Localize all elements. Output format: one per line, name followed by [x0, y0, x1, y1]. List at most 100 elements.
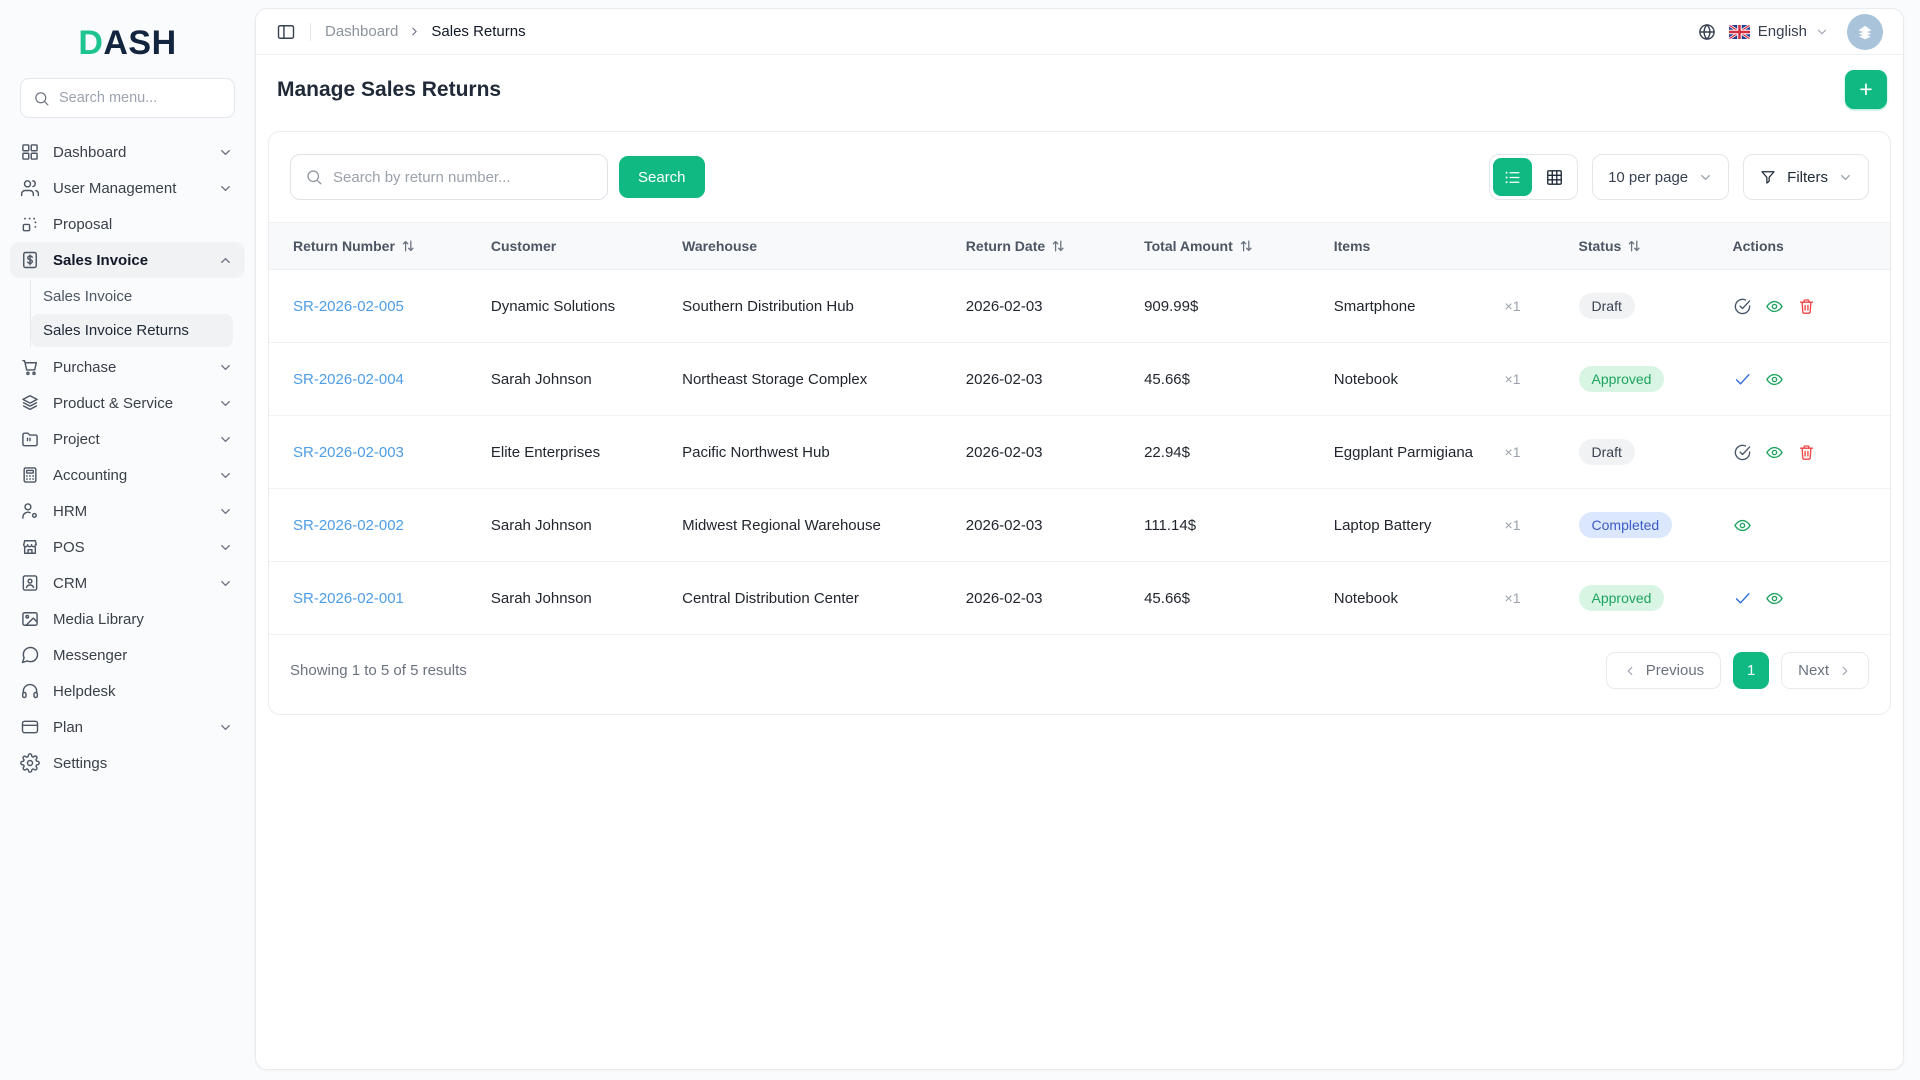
list-icon [1503, 168, 1522, 187]
delete-button[interactable] [1797, 443, 1816, 462]
total-amount-cell: 909.99$ [1144, 297, 1199, 315]
page-1-button[interactable]: 1 [1733, 652, 1770, 689]
sidebar-item-settings[interactable]: Settings [10, 745, 245, 781]
app-logo: D ASH [0, 14, 255, 72]
list-view-button[interactable] [1493, 158, 1533, 196]
sidebar-item-sales-invoice[interactable]: Sales Invoice [10, 242, 245, 278]
sidebar-search-input[interactable] [59, 90, 222, 106]
return-number-link[interactable]: SR-2026-02-002 [293, 517, 404, 534]
sidebar-item-proposal[interactable]: Proposal [10, 206, 245, 242]
return-search[interactable] [290, 154, 608, 200]
chevron-right-icon [408, 25, 421, 38]
user-avatar[interactable] [1847, 13, 1883, 50]
complete-button[interactable] [1733, 370, 1752, 389]
results-summary: Showing 1 to 5 of 5 results [290, 662, 467, 679]
header-customer: Customer [474, 222, 667, 270]
table-row: SR-2026-02-005 Dynamic Solutions Souther… [269, 270, 1890, 343]
item-name: Notebook [1333, 589, 1398, 607]
view-button[interactable] [1765, 589, 1784, 608]
item-name: Notebook [1333, 370, 1398, 388]
sort-icon [1626, 238, 1642, 254]
sidebar-search[interactable] [20, 78, 235, 118]
sidebar-toggle-button[interactable] [276, 22, 296, 42]
view-button[interactable] [1733, 516, 1752, 535]
sidebar-item-hrm[interactable]: HRM [10, 493, 245, 529]
search-icon [33, 90, 50, 107]
sidebar-item-project[interactable]: Project [10, 421, 245, 457]
chevron-down-icon [1698, 170, 1713, 185]
item-quantity: ×1 [1504, 590, 1521, 606]
trash-icon [1797, 443, 1816, 462]
language-selector[interactable]: English [1728, 23, 1829, 40]
chat-icon [20, 645, 40, 665]
chevron-left-icon [1623, 664, 1637, 678]
item-name: Eggplant Parmigiana [1333, 443, 1474, 461]
item-name: Laptop Battery [1333, 516, 1432, 534]
sidebar-item-media-library[interactable]: Media Library [10, 601, 245, 637]
sidebar-item-plan[interactable]: Plan [10, 709, 245, 745]
chevron-down-icon [218, 468, 233, 483]
sidebar-subitem-sales-invoice[interactable]: Sales Invoice [31, 280, 233, 313]
approve-button[interactable] [1733, 443, 1752, 462]
return-number-link[interactable]: SR-2026-02-005 [293, 298, 404, 315]
sort-icon [400, 238, 416, 254]
warehouse-cell: Northeast Storage Complex [666, 342, 950, 416]
returns-card: Search 10 per page Filters [268, 131, 1891, 715]
table-row: SR-2026-02-003 Elite Enterprises Pacific… [269, 415, 1890, 489]
gear-icon [20, 753, 40, 773]
return-date-cell: 2026-02-03 [949, 415, 1129, 489]
globe-icon[interactable] [1697, 22, 1717, 42]
store-icon [20, 537, 40, 557]
chevron-down-icon [218, 576, 233, 591]
breadcrumb-current: Sales Returns [431, 23, 526, 40]
return-number-link[interactable]: SR-2026-02-004 [293, 371, 404, 388]
approve-button[interactable] [1733, 297, 1752, 316]
person-icon [20, 501, 40, 521]
status-badge: Approved [1578, 585, 1665, 611]
sidebar-item-purchase[interactable]: Purchase [10, 349, 245, 385]
return-number-link[interactable]: SR-2026-02-003 [293, 444, 404, 461]
image-icon [20, 609, 40, 629]
grid-view-button[interactable] [1535, 158, 1574, 196]
chevron-down-icon [218, 720, 233, 735]
sidebar-item-crm[interactable]: CRM [10, 565, 245, 601]
search-button[interactable]: Search [619, 156, 705, 198]
chevron-right-icon [1838, 664, 1852, 678]
page-header: Manage Sales Returns + [256, 55, 1903, 125]
header-return-number[interactable]: Return Number [269, 222, 475, 270]
sidebar-subitem-sales-invoice-returns[interactable]: Sales Invoice Returns [31, 314, 233, 347]
header-total-amount[interactable]: Total Amount [1128, 222, 1318, 270]
view-button[interactable] [1765, 297, 1784, 316]
sidebar-item-accounting[interactable]: Accounting [10, 457, 245, 493]
sidebar-item-pos[interactable]: POS [10, 529, 245, 565]
sidebar-item-product-service[interactable]: Product & Service [10, 385, 245, 421]
chevron-down-icon [218, 504, 233, 519]
breadcrumb-dashboard[interactable]: Dashboard [325, 23, 398, 40]
item-name: Smartphone [1333, 297, 1416, 315]
return-number-link[interactable]: SR-2026-02-001 [293, 590, 404, 607]
sidebar: DASH Dashboard User Management Proposal … [0, 0, 255, 1080]
previous-page-button[interactable]: Previous [1605, 652, 1722, 689]
return-search-input[interactable] [333, 168, 593, 186]
eye-icon [1765, 370, 1784, 389]
filters-button[interactable]: Filters [1743, 154, 1869, 200]
delete-button[interactable] [1797, 297, 1816, 316]
add-return-button[interactable]: + [1845, 70, 1887, 109]
logo-d: D [78, 23, 104, 62]
sidebar-item-messenger[interactable]: Messenger [10, 637, 245, 673]
sidebar-item-dashboard[interactable]: Dashboard [10, 134, 245, 170]
invoice-icon [20, 250, 40, 270]
sidebar-menu: Dashboard User Management Proposal Sales… [0, 134, 255, 781]
complete-button[interactable] [1733, 589, 1752, 608]
next-page-button[interactable]: Next [1781, 652, 1869, 689]
cart-icon [20, 357, 40, 377]
view-button[interactable] [1765, 370, 1784, 389]
sidebar-item-user-management[interactable]: User Management [10, 170, 245, 206]
sidebar-item-helpdesk[interactable]: Helpdesk [10, 673, 245, 709]
header-status[interactable]: Status [1562, 222, 1717, 270]
check-icon [1733, 370, 1752, 389]
header-return-date[interactable]: Return Date [949, 222, 1129, 270]
status-badge: Completed [1578, 512, 1673, 538]
per-page-select[interactable]: 10 per page [1592, 154, 1730, 200]
view-button[interactable] [1765, 443, 1784, 462]
